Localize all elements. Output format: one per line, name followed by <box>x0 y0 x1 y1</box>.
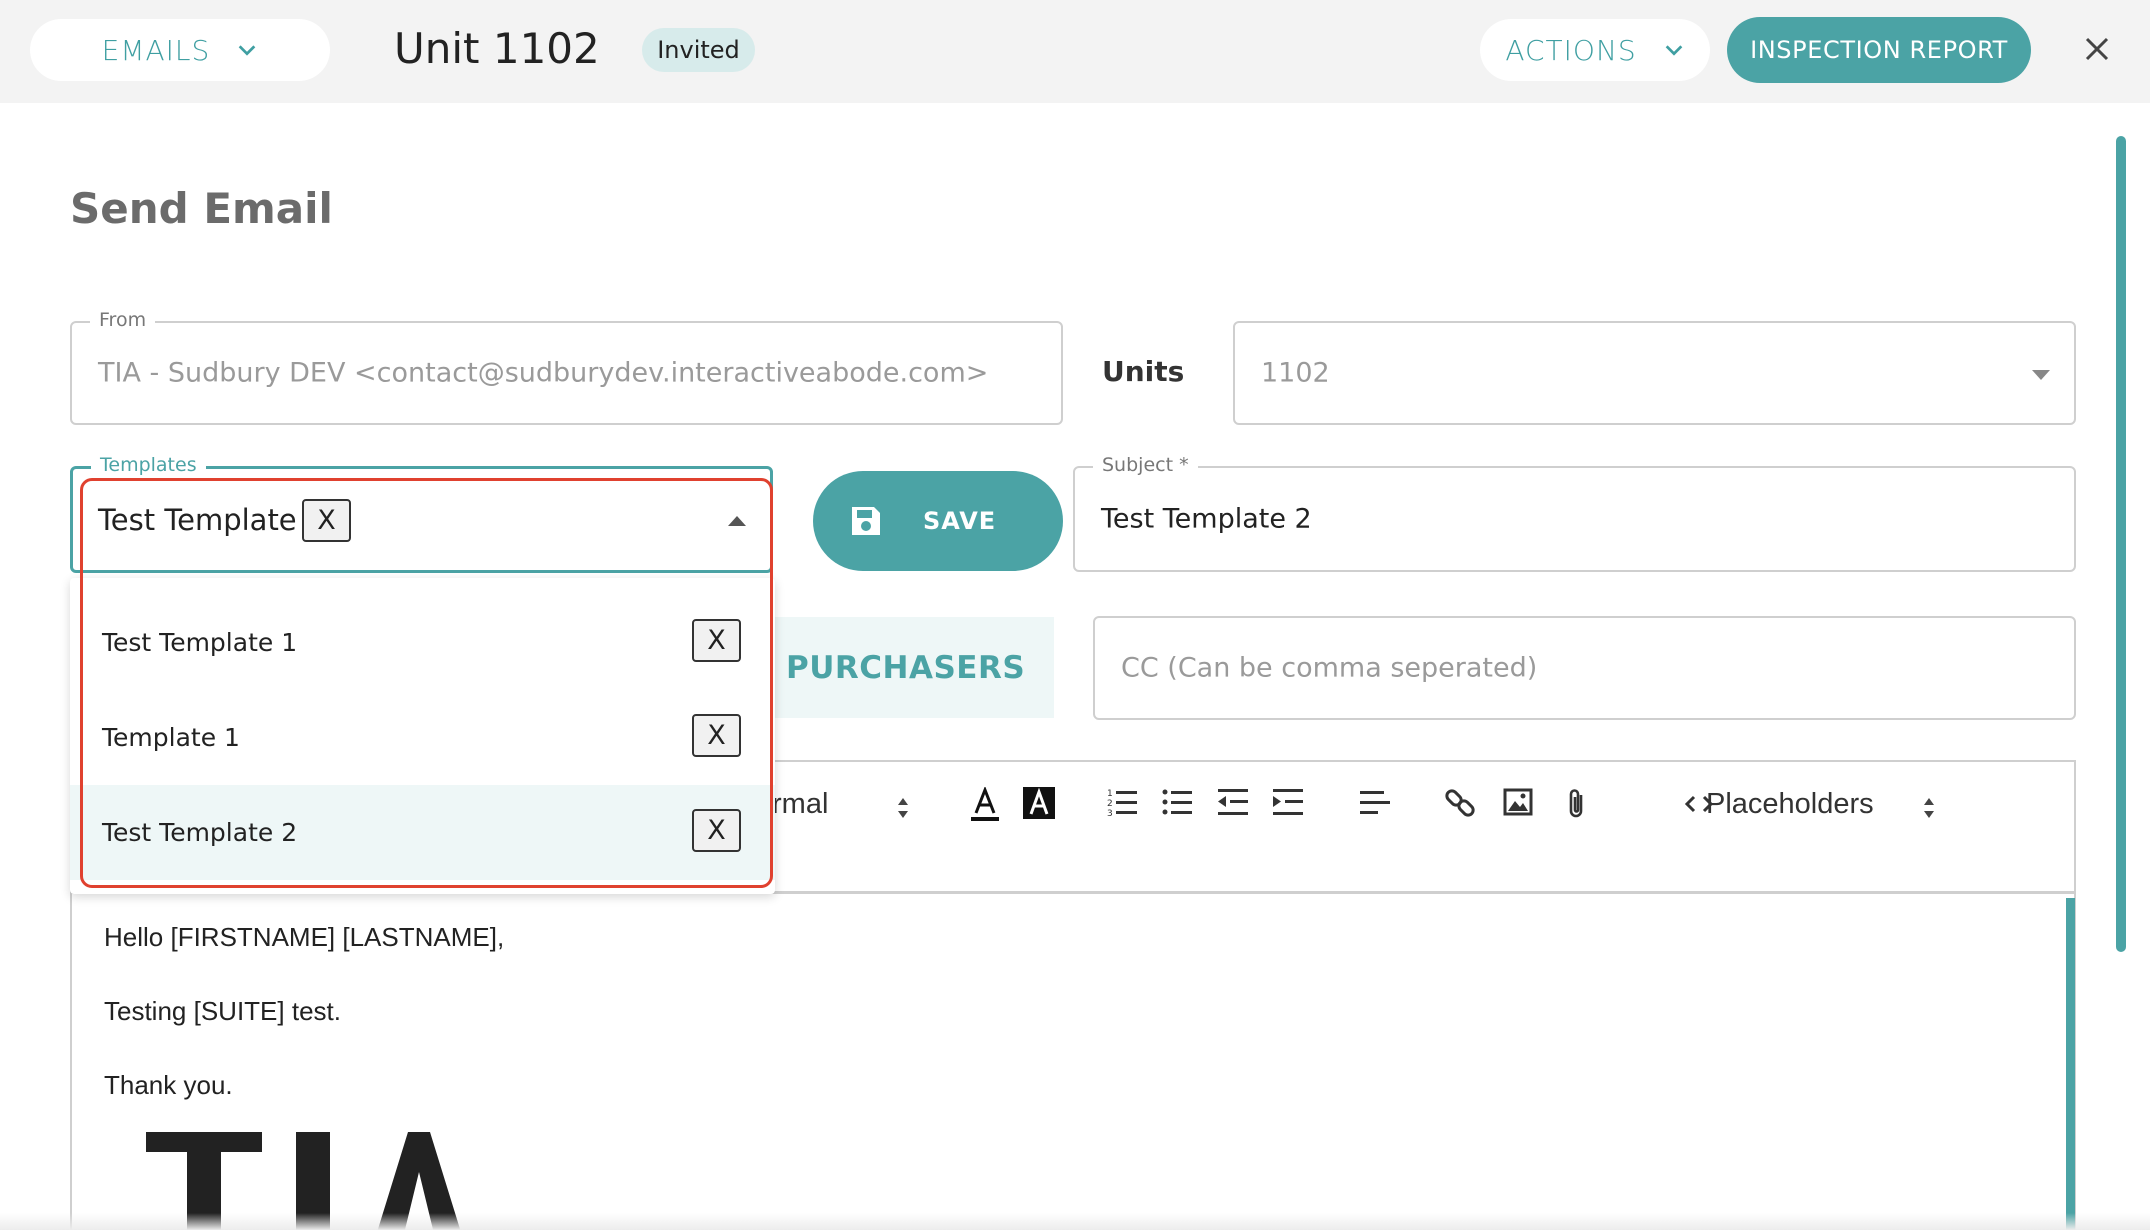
outdent-icon[interactable] <box>1218 787 1248 817</box>
image-icon[interactable] <box>1503 787 1533 817</box>
subject-label: Subject * <box>1093 454 1198 476</box>
ordered-list-icon[interactable]: 1 2 3 <box>1107 787 1137 817</box>
units-value: 1102 <box>1261 357 1330 389</box>
body-line: Thank you. <box>104 1070 233 1100</box>
indent-icon[interactable] <box>1273 787 1303 817</box>
updown-icon[interactable] <box>1922 796 1936 820</box>
units-select[interactable]: 1102 <box>1233 321 2076 425</box>
delete-template-button[interactable]: X <box>692 619 741 662</box>
page-title: Send Email <box>70 184 333 233</box>
templates-label: Templates <box>91 454 206 476</box>
highlight-color-icon[interactable] <box>1023 787 1055 819</box>
from-field[interactable]: From TIA - Sudbury DEV <contact@sudburyd… <box>70 309 1063 425</box>
svg-text:2: 2 <box>1107 799 1113 809</box>
tab-purchasers[interactable]: PURCHASERS <box>752 617 1054 718</box>
top-bar: EMAILS Unit 1102 Invited ACTIONS INSPECT… <box>0 0 2150 103</box>
emails-label: EMAILS <box>101 33 211 67</box>
updown-icon[interactable] <box>896 796 910 820</box>
inspection-report-button[interactable]: INSPECTION REPORT <box>1727 17 2031 83</box>
align-left-icon[interactable] <box>1360 787 1390 817</box>
subject-value: Test Template 2 <box>1101 503 1312 535</box>
body-line: Hello [FIRSTNAME] [LASTNAME], <box>104 922 505 952</box>
bullet-list-icon[interactable] <box>1162 787 1192 817</box>
subject-field[interactable]: Subject * Test Template 2 <box>1073 454 2076 572</box>
svg-text:3: 3 <box>1107 809 1113 817</box>
actions-label: ACTIONS <box>1505 33 1637 67</box>
status-badge: Invited <box>642 28 755 72</box>
save-label: SAVE <box>923 507 997 535</box>
page-scrollbar[interactable] <box>2116 136 2126 952</box>
template-option[interactable]: Template 1 X <box>70 690 775 785</box>
link-icon[interactable] <box>1444 787 1476 819</box>
delete-template-button[interactable]: X <box>692 714 741 757</box>
caret-down-icon <box>2032 370 2050 380</box>
emails-dropdown-button[interactable]: EMAILS <box>30 19 330 81</box>
cc-input[interactable]: CC (Can be comma seperated) <box>1093 616 2076 720</box>
placeholders-select[interactable]: Placeholders <box>1706 788 1874 821</box>
templates-dropdown-menu: Test Template 1 X Template 1 X Test Temp… <box>70 578 775 894</box>
templates-select[interactable]: Templates Test Template 2 X <box>70 454 773 573</box>
chevron-down-icon <box>1665 45 1682 56</box>
template-option[interactable]: Test Template 1 X <box>70 595 775 690</box>
svg-text:1: 1 <box>1107 789 1113 799</box>
close-icon[interactable] <box>2078 30 2116 68</box>
units-label: Units <box>1102 355 1185 388</box>
remove-chip-button[interactable]: X <box>302 499 351 542</box>
template-option-label: Template 1 <box>102 723 240 752</box>
cc-placeholder: CC (Can be comma seperated) <box>1121 652 1538 684</box>
chevron-down-icon <box>239 45 256 56</box>
bottom-fade <box>0 1213 2150 1230</box>
selected-template-chip: Test Template 2 <box>98 503 325 537</box>
template-option-label: Test Template 2 <box>102 818 298 847</box>
caret-up-icon[interactable] <box>728 516 746 526</box>
body-line: Testing [SUITE] test. <box>104 996 341 1026</box>
actions-dropdown-button[interactable]: ACTIONS <box>1480 19 1710 81</box>
from-value: TIA - Sudbury DEV <contact@sudburydev.in… <box>98 357 989 389</box>
save-template-button[interactable]: SAVE <box>813 471 1063 571</box>
unit-title: Unit 1102 <box>394 24 600 73</box>
editor-content[interactable]: Hello [FIRSTNAME] [LASTNAME], Testing [S… <box>104 922 504 1144</box>
template-option-label: Test Template 1 <box>102 628 298 657</box>
template-option-selected[interactable]: Test Template 2 X <box>70 785 775 880</box>
attachment-icon[interactable] <box>1564 787 1588 821</box>
format-select[interactable]: rmal <box>772 788 828 821</box>
from-label: From <box>90 309 156 331</box>
save-icon <box>852 507 880 535</box>
font-color-icon[interactable] <box>968 787 1002 823</box>
delete-template-button[interactable]: X <box>692 809 741 852</box>
editor-scrollbar[interactable] <box>2066 898 2075 1230</box>
